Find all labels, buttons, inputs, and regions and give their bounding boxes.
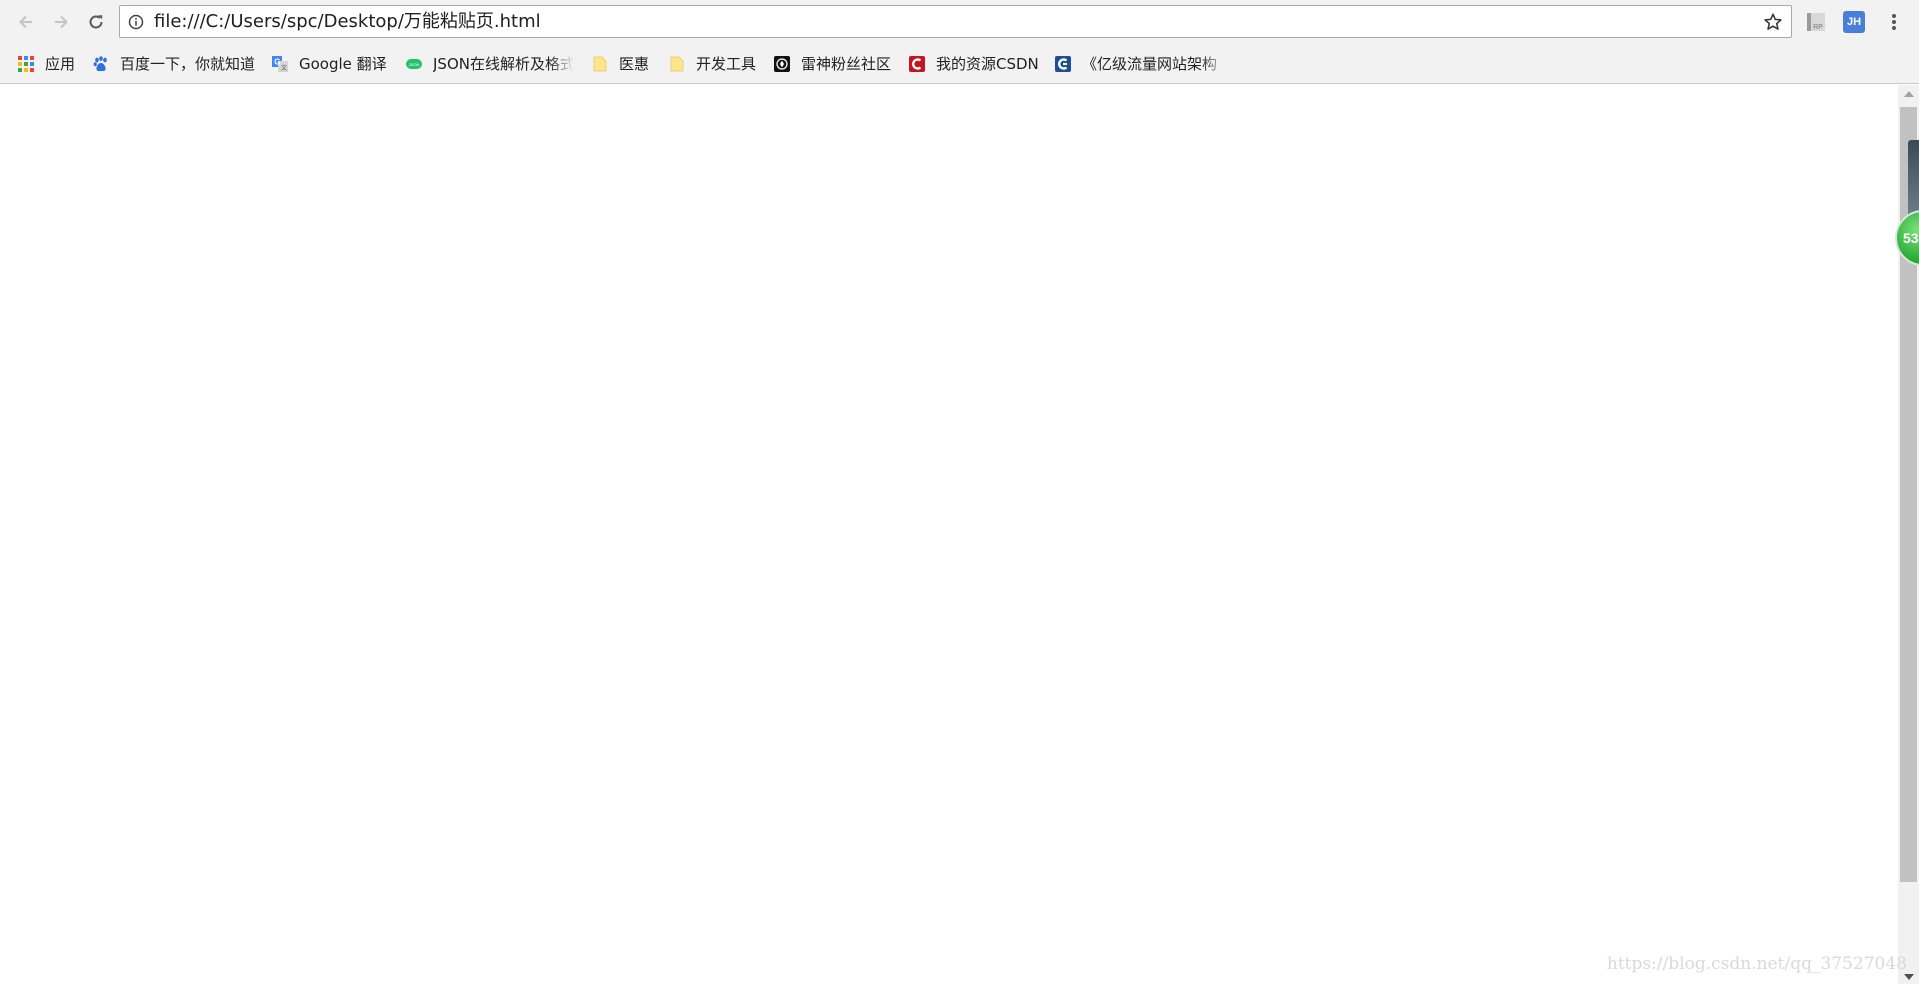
- c-logo-icon: [1055, 56, 1071, 72]
- browser-window: file:///C:/Users/spc/Desktop/万能粘贴页.html …: [0, 0, 1919, 984]
- folder-icon: [593, 56, 607, 72]
- bookmark-folder-yihui[interactable]: 医惠: [592, 52, 649, 76]
- bookmark-architecture-article[interactable]: 《亿级流量网站架构: [1055, 52, 1227, 76]
- json-icon: JSON: [406, 59, 422, 69]
- bookmark-label: 医惠: [619, 55, 650, 73]
- arrow-right-icon: [55, 15, 68, 29]
- bookmark-label: 我的资源CSDN: [936, 55, 1039, 73]
- bookmark-folder-dev-tools[interactable]: 开发工具: [669, 52, 756, 76]
- google-translate-icon: G 文: [272, 56, 288, 72]
- scroll-up-arrow-icon[interactable]: [1904, 91, 1914, 97]
- floating-widget-strip[interactable]: [1908, 140, 1919, 220]
- bookmark-label: JSON在线解析及格式: [433, 55, 574, 73]
- address-url[interactable]: file:///C:/Users/spc/Desktop/万能粘贴页.html: [154, 6, 541, 37]
- reload-icon: [89, 15, 103, 29]
- bookmark-leishen-community[interactable]: 雷神粉丝社区: [774, 52, 891, 76]
- folder-icon: [670, 56, 684, 72]
- apps-grid-icon: [18, 56, 34, 72]
- bookmark-label: Google 翻译: [299, 55, 387, 73]
- scroll-down-arrow-icon[interactable]: [1904, 974, 1914, 980]
- watermark: https://blog.csdn.net/qq_37527048: [1606, 954, 1907, 974]
- svg-text:G: G: [274, 58, 280, 67]
- bookmark-json[interactable]: JSON JSON在线解析及格式: [406, 52, 574, 76]
- jh-extension-icon[interactable]: JH: [1843, 11, 1865, 33]
- bookmark-label: 开发工具: [696, 55, 757, 73]
- csdn-icon: [909, 56, 925, 72]
- baidu-paw-icon: [93, 56, 107, 72]
- leishen-icon: [774, 56, 790, 72]
- rp-extension-icon[interactable]: RP: [1805, 11, 1827, 33]
- arrow-left-icon: [19, 15, 32, 29]
- reload-button[interactable]: [82, 8, 110, 36]
- bookmarks-bar: 应用 百度一下，你就知道 G 文 Google 翻译 JSON JSON在线解析…: [0, 44, 1919, 84]
- bookmark-google-translate[interactable]: G 文 Google 翻译: [272, 52, 387, 76]
- bookmark-apps[interactable]: 应用: [18, 52, 75, 76]
- address-bar[interactable]: file:///C:/Users/spc/Desktop/万能粘贴页.html: [119, 5, 1792, 38]
- rp-extension-label: RP: [1813, 24, 1823, 31]
- bookmark-baidu[interactable]: 百度一下，你就知道: [93, 52, 255, 76]
- bookmark-label: 雷神粉丝社区: [801, 55, 892, 73]
- bookmark-label: 百度一下，你就知道: [120, 55, 256, 73]
- bookmark-label: 《亿级流量网站架构: [1082, 55, 1218, 73]
- bookmark-label: 应用: [45, 55, 76, 73]
- info-icon[interactable]: [128, 14, 144, 30]
- star-icon[interactable]: [1763, 12, 1783, 32]
- svg-text:文: 文: [281, 64, 287, 72]
- svg-text:JSON: JSON: [409, 62, 420, 67]
- forward-button[interactable]: [47, 8, 75, 36]
- page-content: [0, 85, 1898, 984]
- bookmark-csdn[interactable]: 我的资源CSDN: [909, 52, 1039, 76]
- browser-toolbar: file:///C:/Users/spc/Desktop/万能粘贴页.html …: [0, 0, 1919, 44]
- back-button[interactable]: [12, 8, 40, 36]
- vertical-ellipsis-icon[interactable]: [1883, 11, 1905, 33]
